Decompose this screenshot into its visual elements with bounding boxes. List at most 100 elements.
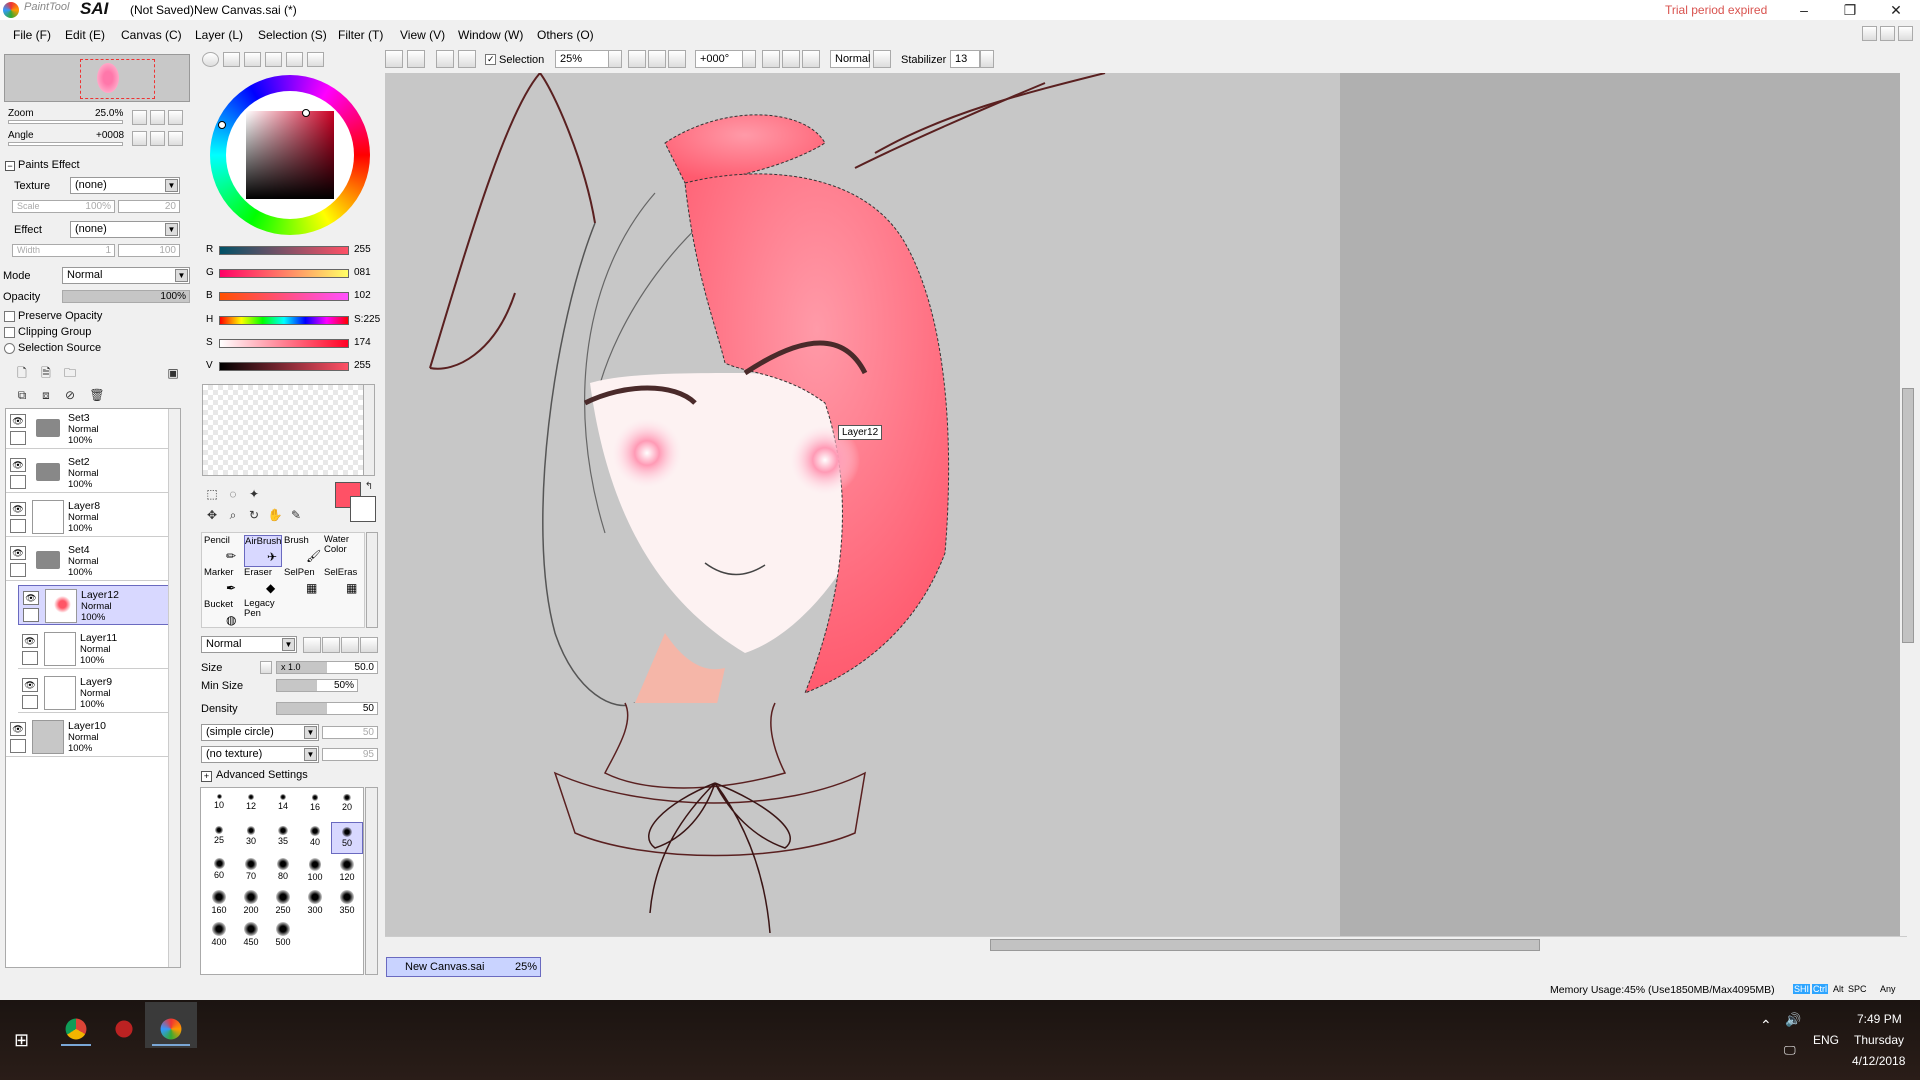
brush-size-preset[interactable]: 30 [235, 822, 267, 854]
lasso-icon[interactable]: ◌ [224, 485, 242, 503]
brush-size-slider[interactable]: x 1.0 50.0 [276, 661, 378, 674]
value-slider-row[interactable]: V 255 [202, 360, 380, 374]
rotate-left-icon[interactable] [762, 50, 780, 68]
texture-strength-slider[interactable]: 20 [118, 200, 180, 213]
rotate-reset-icon[interactable] [802, 50, 820, 68]
brush-texture-select[interactable]: (no texture) ▼ [201, 746, 319, 763]
layer-mask-icon[interactable]: ▣ [164, 364, 182, 382]
zoom-icon[interactable]: ⌕ [224, 506, 242, 524]
brush-presets-scrollbar[interactable] [365, 787, 378, 975]
redo-icon[interactable] [407, 50, 425, 68]
windows-start-icon[interactable]: ⊞ [14, 1030, 34, 1050]
sv-picker-handle[interactable] [302, 109, 310, 117]
angle-slider[interactable] [8, 142, 123, 146]
scratchpad-area[interactable] [202, 384, 367, 476]
stabilizer-select[interactable]: 13 [950, 50, 980, 68]
panel-close-icon[interactable] [1898, 26, 1913, 41]
advanced-settings-toggle[interactable]: Advanced Settings [216, 769, 308, 781]
saturation-value-square[interactable] [246, 111, 334, 199]
pen-lock-icon[interactable] [23, 608, 39, 622]
hsv-tab-icon[interactable] [244, 52, 261, 67]
saturation-slider-row[interactable]: S 174 [202, 337, 380, 351]
network-icon[interactable]: 🖵 [1784, 1043, 1796, 1058]
nav-zoom-reset-icon[interactable] [168, 110, 183, 125]
lock-icon[interactable] [10, 519, 26, 533]
tool-selpen[interactable]: SelPen ▦ [284, 567, 322, 599]
menu-others[interactable]: Others (O) [537, 28, 594, 42]
tool-grid-scrollbar[interactable] [366, 532, 378, 628]
brush-size-preset[interactable]: 250 [267, 886, 299, 918]
density-slider[interactable]: 50 [276, 702, 378, 715]
color-wheel-tab-icon[interactable] [202, 52, 219, 67]
effect-select[interactable]: (none) ▼ [70, 221, 180, 238]
stabilizer-dropdown-icon[interactable] [980, 50, 994, 68]
menu-window[interactable]: Window (W) [458, 28, 523, 42]
swap-colors-icon[interactable]: ↰ [362, 478, 376, 492]
effect-width-slider[interactable]: Width 1 [12, 244, 115, 257]
menu-canvas[interactable]: Canvas (C) [121, 28, 182, 42]
move-icon[interactable]: ✥ [203, 506, 221, 524]
opacity-slider[interactable]: 100% [62, 290, 190, 303]
tool-seleras[interactable]: SelEras ▦ [324, 567, 362, 599]
lock-icon[interactable] [10, 739, 26, 753]
brush-texture-strength-slider[interactable]: 95 [322, 748, 378, 761]
edge-hard-icon[interactable] [303, 637, 321, 653]
restore-button[interactable]: ❐ [1832, 0, 1868, 20]
layer-item[interactable]: 👁 Set2 Normal 100% [6, 453, 176, 493]
brush-shape-strength-slider[interactable]: 50 [322, 726, 378, 739]
hue-picker-handle[interactable] [218, 121, 226, 129]
size-multiplier-dropdown-icon[interactable] [260, 661, 272, 674]
brush-mode-select[interactable]: Normal ▼ [201, 636, 297, 653]
new-layer-icon[interactable]: 🗋 [13, 364, 31, 382]
lock-icon[interactable] [10, 475, 26, 489]
layer-item[interactable]: 👁 Layer11 Normal 100% [18, 629, 176, 669]
lock-icon[interactable] [22, 651, 38, 665]
effect-strength-slider[interactable]: 100 [118, 244, 180, 257]
close-button[interactable]: ✕ [1878, 0, 1914, 20]
zoom-select[interactable]: 25% [555, 50, 610, 68]
input-language[interactable]: ENG [1813, 1033, 1839, 1047]
brush-size-preset[interactable]: 35 [267, 822, 299, 854]
brush-size-preset[interactable]: 14 [267, 790, 299, 822]
brush-size-preset[interactable]: 160 [203, 886, 235, 918]
scratchpad-scrollbar[interactable] [363, 384, 375, 476]
layer-scrollbar[interactable] [168, 409, 180, 967]
menu-layer[interactable]: Layer (L) [195, 28, 243, 42]
horizontal-scroll-thumb[interactable] [990, 939, 1540, 951]
nav-zoom-out-icon[interactable] [132, 110, 147, 125]
blue-slider-row[interactable]: B 102 [202, 290, 380, 304]
tool-bucket[interactable]: Bucket ◍ [204, 599, 242, 631]
collapse-icon[interactable]: − [5, 161, 15, 171]
mixer-tab-icon[interactable] [265, 52, 282, 67]
brush-size-preset[interactable]: 500 [267, 918, 299, 950]
zoom-reset-icon[interactable] [668, 50, 686, 68]
tool-watercolor[interactable]: Water Color [324, 535, 362, 567]
undo-icon[interactable] [385, 50, 403, 68]
edge-flat-icon[interactable] [360, 637, 378, 653]
mode-select[interactable]: Normal [830, 50, 870, 68]
lock-icon[interactable] [10, 563, 26, 577]
nav-rotate-left-icon[interactable] [132, 131, 147, 146]
edge-soft-icon[interactable] [341, 637, 359, 653]
brush-size-preset[interactable]: 450 [235, 918, 267, 950]
rotate-right-icon[interactable] [782, 50, 800, 68]
brush-size-preset[interactable]: 16 [299, 790, 331, 822]
brush-size-preset[interactable]: 80 [267, 854, 299, 886]
layer-item[interactable]: 👁 Set3 Normal 100% [6, 409, 176, 449]
menu-filter[interactable]: Filter (T) [338, 28, 383, 42]
nav-rotate-reset-icon[interactable] [168, 131, 183, 146]
scratchpad-tab-icon[interactable] [307, 52, 324, 67]
tool-legacy-pen[interactable]: Legacy Pen [244, 599, 282, 631]
selection-checkbox[interactable]: ✓ [485, 54, 496, 65]
menu-view[interactable]: View (V) [400, 28, 445, 42]
preserve-opacity-checkbox[interactable] [4, 311, 15, 322]
delete-layer-icon[interactable]: 🗑 [88, 386, 106, 404]
menu-selection[interactable]: Selection (S) [258, 28, 327, 42]
brush-size-preset[interactable]: 25 [203, 822, 235, 854]
clear-layer-icon[interactable]: ⊘ [61, 386, 79, 404]
angle-dropdown-icon[interactable] [742, 50, 756, 68]
brush-size-preset[interactable]: 120 [331, 854, 363, 886]
texture-select[interactable]: (none) ▼ [70, 177, 180, 194]
rect-select-icon[interactable]: ⬚ [203, 485, 221, 503]
brush-size-preset[interactable]: 200 [235, 886, 267, 918]
